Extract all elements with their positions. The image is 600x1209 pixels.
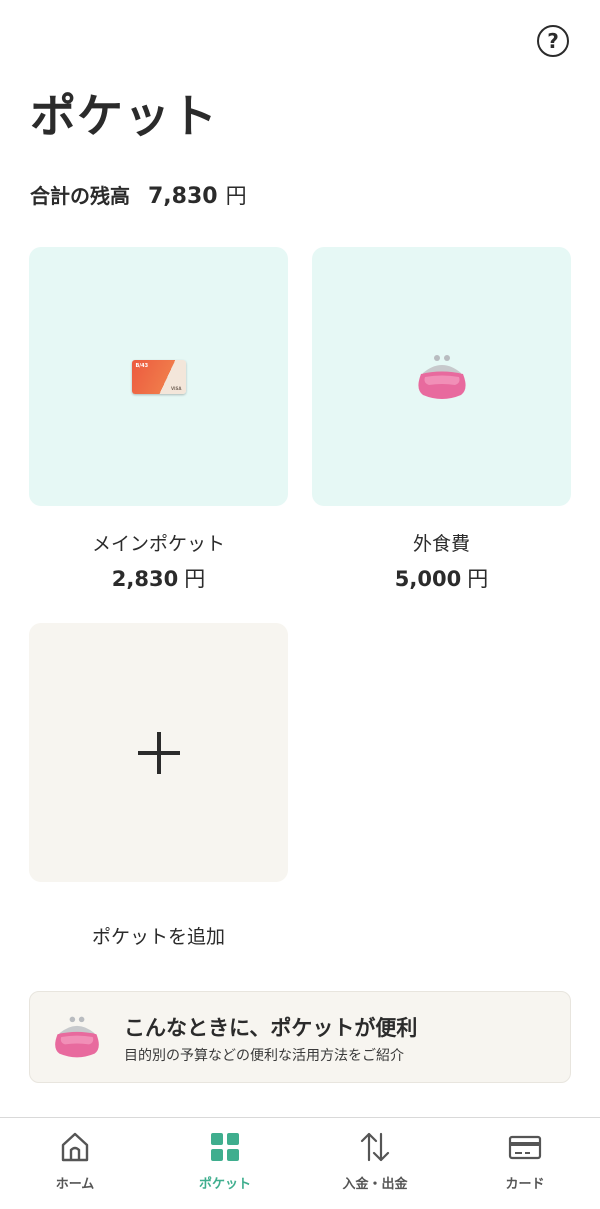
bottom-tab-bar: ホーム ポケット 入金・出金 カード bbox=[0, 1117, 600, 1209]
pocket-screen: ? ポケット 合計の残高 7,830 円 B/43 VISA メインポケット 2… bbox=[0, 0, 600, 1209]
pocket-tile-dining[interactable] bbox=[312, 247, 571, 506]
pocket-amount-unit: 円 bbox=[467, 567, 489, 591]
question-icon: ? bbox=[547, 29, 559, 53]
pocket-name-dining: 外食費 bbox=[412, 533, 470, 555]
plus-icon bbox=[137, 731, 180, 774]
pocket-amount-dining: 5,000 円 bbox=[312, 563, 571, 593]
tab-label: ポケット bbox=[198, 1177, 251, 1192]
tab-label: ホーム bbox=[55, 1177, 95, 1192]
purse-icon bbox=[417, 354, 466, 399]
page-title: ポケット bbox=[30, 89, 218, 143]
total-balance-amount: 7,830 bbox=[148, 184, 218, 209]
grid-icon bbox=[211, 1133, 239, 1161]
tab-deposit-withdraw[interactable]: 入金・出金 bbox=[300, 1118, 450, 1209]
pocket-amount-value: 2,830 bbox=[111, 567, 179, 591]
promo-subtitle: 目的別の予算などの便利な活用方法をご紹介 bbox=[124, 1048, 404, 1064]
pocket-tips-banner[interactable]: こんなときに、ポケットが便利 目的別の予算などの便利な活用方法をご紹介 bbox=[29, 991, 571, 1083]
tab-label: 入金・出金 bbox=[342, 1177, 408, 1192]
card-network-text: VISA bbox=[170, 385, 182, 391]
transfer-arrows-icon bbox=[360, 1132, 390, 1162]
home-icon bbox=[61, 1132, 89, 1162]
total-balance: 合計の残高 7,830 円 bbox=[30, 180, 247, 210]
tab-card[interactable]: カード bbox=[450, 1118, 600, 1209]
card-icon: B/43 VISA bbox=[131, 359, 186, 394]
total-balance-unit: 円 bbox=[225, 184, 247, 208]
pocket-amount-unit: 円 bbox=[184, 567, 206, 591]
pocket-tile-main[interactable]: B/43 VISA bbox=[29, 247, 288, 506]
pocket-amount-value: 5,000 bbox=[394, 567, 462, 591]
help-button[interactable]: ? bbox=[537, 25, 569, 57]
tab-pocket[interactable]: ポケット bbox=[150, 1118, 300, 1209]
credit-card-icon bbox=[508, 1135, 542, 1160]
add-pocket-label[interactable]: ポケットを追加 bbox=[29, 922, 288, 949]
total-balance-label: 合計の残高 bbox=[30, 184, 130, 208]
add-pocket-button[interactable] bbox=[29, 623, 288, 882]
purse-icon bbox=[55, 1016, 99, 1058]
tab-label: カード bbox=[505, 1177, 545, 1192]
pocket-amount-main: 2,830 円 bbox=[29, 563, 288, 593]
promo-title: こんなときに、ポケットが便利 bbox=[124, 1016, 418, 1040]
tab-home[interactable]: ホーム bbox=[0, 1118, 150, 1209]
pocket-name-main: メインポケット bbox=[91, 533, 225, 555]
card-brand-text: B/43 bbox=[135, 362, 149, 369]
